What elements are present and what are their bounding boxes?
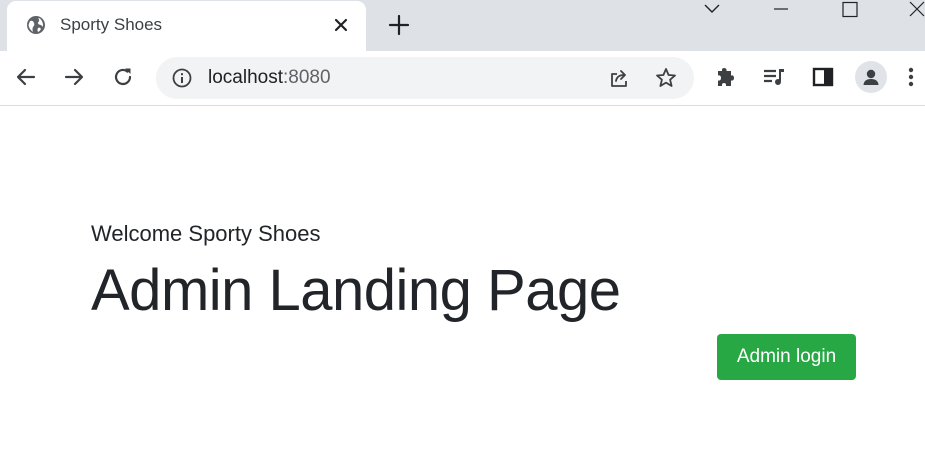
url-port: :8080	[283, 67, 331, 88]
tab-strip: Sporty Shoes	[0, 0, 925, 51]
forward-arrow-icon[interactable]	[62, 65, 86, 89]
plus-icon[interactable]	[388, 14, 410, 36]
minimize-icon[interactable]	[766, 0, 796, 24]
star-icon[interactable]	[654, 66, 678, 90]
url-text: localhost:8080	[208, 67, 331, 89]
welcome-text: Welcome Sporty Shoes	[91, 221, 321, 246]
side-panel-icon[interactable]	[811, 65, 835, 89]
info-icon[interactable]	[171, 67, 193, 89]
more-vertical-icon[interactable]	[908, 65, 925, 89]
browser-tab[interactable]: Sporty Shoes	[7, 1, 366, 51]
person-icon[interactable]	[855, 61, 887, 93]
share-icon[interactable]	[607, 66, 631, 90]
page-title: Admin Landing Page	[91, 258, 621, 323]
browser-toolbar: localhost:8080	[0, 51, 925, 106]
globe-icon	[26, 15, 46, 35]
url-host: localhost	[208, 67, 283, 88]
admin-login-button[interactable]: Admin login	[717, 334, 856, 380]
reload-icon[interactable]	[111, 65, 135, 89]
window-close-icon[interactable]	[902, 0, 925, 24]
address-bar[interactable]: localhost:8080	[156, 57, 694, 99]
tab-title: Sporty Shoes	[60, 15, 163, 34]
back-arrow-icon[interactable]	[14, 65, 38, 89]
media-queue-icon[interactable]	[762, 65, 786, 89]
puzzle-icon[interactable]	[715, 65, 739, 89]
chevron-down-icon[interactable]	[697, 0, 727, 24]
close-icon[interactable]	[332, 16, 350, 34]
maximize-icon[interactable]	[835, 0, 865, 24]
